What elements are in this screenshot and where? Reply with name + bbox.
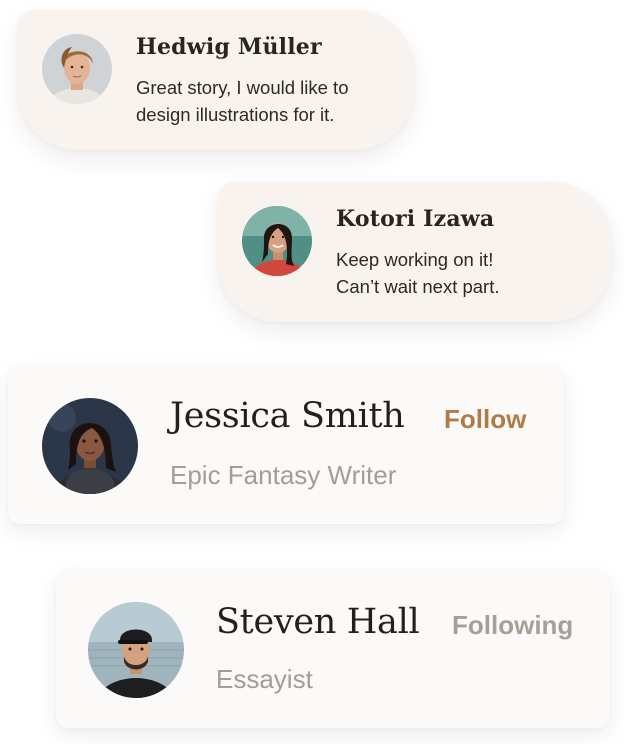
profile-card-jessica: Jessica Smith Follow Epic Fantasy Writer xyxy=(8,366,564,524)
avatar[interactable] xyxy=(42,398,138,494)
profile-card-steven: Steven Hall Following Essayist xyxy=(56,570,610,728)
comment-bubble-kotori: Kotori Izawa Keep working on it! Can’t w… xyxy=(218,182,612,322)
profile-role: Epic Fantasy Writer xyxy=(170,460,397,490)
avatar-photo-icon xyxy=(242,206,312,276)
avatar-photo-icon xyxy=(88,602,184,698)
comment-text: Great story, I would like to design illu… xyxy=(136,74,396,128)
avatar-photo-icon xyxy=(42,398,138,494)
profile-name: Jessica Smith xyxy=(170,396,405,436)
comment-text-line: Can’t wait next part. xyxy=(336,276,500,297)
comment-text: Keep working on it! Can’t wait next part… xyxy=(336,246,596,300)
avatar[interactable] xyxy=(88,602,184,698)
profile-role: Essayist xyxy=(216,664,313,694)
avatar[interactable] xyxy=(242,206,312,276)
comment-bubble-hedwig: Hedwig Müller Great story, I would like … xyxy=(18,10,414,150)
following-button[interactable]: Following xyxy=(452,610,573,641)
avatar[interactable] xyxy=(42,34,112,104)
follow-button[interactable]: Follow xyxy=(444,404,526,435)
avatar-photo-icon xyxy=(42,34,112,104)
comment-text-line: Great story, I would like to xyxy=(136,77,349,98)
profile-name: Steven Hall xyxy=(216,602,420,642)
comment-author: Kotori Izawa xyxy=(336,206,495,232)
comment-text-line: design illustrations for it. xyxy=(136,104,335,125)
comment-text-line: Keep working on it! xyxy=(336,249,494,270)
comment-author: Hedwig Müller xyxy=(136,34,322,60)
